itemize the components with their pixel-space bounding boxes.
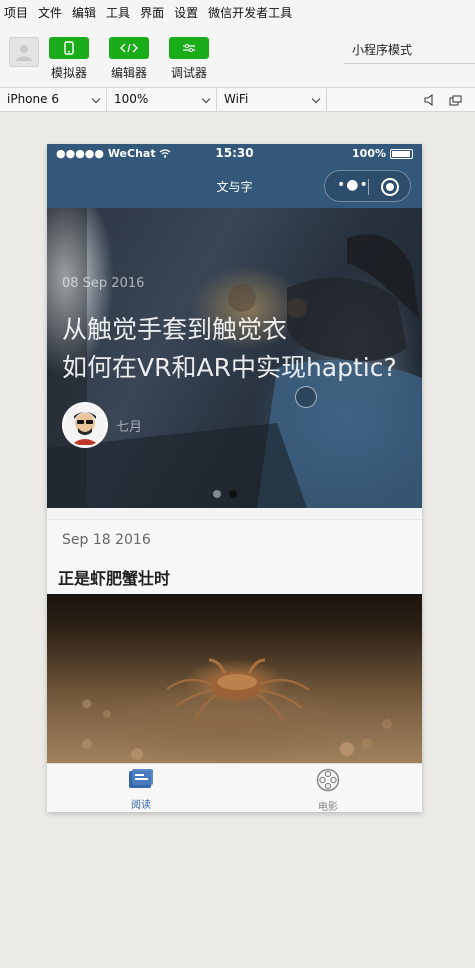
swiper-indicator	[213, 490, 237, 498]
post-card[interactable]: Sep 18 2016 正是虾肥蟹壮时	[47, 519, 422, 769]
tab-reading-label: 阅读	[131, 800, 151, 811]
close-miniprogram-icon[interactable]	[381, 178, 399, 196]
post-date: Sep 18 2016	[62, 532, 151, 548]
code-icon	[120, 43, 138, 53]
phone-simulator: ●●●●● WeChat 15:30 100% 文与字 •●• 08 Sep 2…	[47, 144, 422, 812]
detach-window-icon[interactable]	[449, 95, 462, 106]
zoom-select-value: 100%	[114, 92, 149, 106]
editor-button[interactable]	[109, 37, 149, 59]
banner-date: 08 Sep 2016	[62, 276, 145, 291]
tab-bar: 阅读 电影	[47, 763, 422, 812]
battery-percent: 100%	[352, 147, 386, 160]
capsule-divider	[368, 179, 369, 195]
post-image	[47, 594, 422, 769]
phone-status-bar: ●●●●● WeChat 15:30 100%	[47, 144, 422, 164]
menu-file[interactable]: 文件	[34, 4, 68, 21]
banner-overlay-circle	[295, 386, 317, 408]
battery-icon	[390, 149, 413, 159]
sliders-icon	[183, 43, 195, 53]
device-select[interactable]: iPhone 6	[0, 88, 107, 112]
author-cartoon-icon	[71, 412, 99, 445]
chevron-down-icon	[91, 94, 101, 104]
phone-icon	[64, 41, 74, 55]
menu-settings[interactable]: 设置	[170, 4, 204, 21]
author-avatar	[62, 402, 108, 448]
phone-nav-bar: 文与字 •●•	[47, 164, 422, 208]
menu-edit[interactable]: 编辑	[68, 4, 102, 21]
banner-title-line1: 从触觉手套到触觉衣	[62, 315, 288, 344]
chevron-down-icon	[201, 94, 211, 104]
toolbar: 模拟器 编辑器 调试器 小程序模式	[0, 24, 475, 88]
chevron-down-icon	[311, 94, 321, 104]
menu-interface[interactable]: 界面	[136, 4, 170, 21]
more-options-icon[interactable]: •●•	[337, 177, 369, 193]
user-avatar[interactable]	[9, 37, 39, 67]
zoom-select[interactable]: 100%	[107, 88, 217, 112]
banner-swiper[interactable]: 08 Sep 2016 从触觉手套到触觉衣 如何在VR和AR中实现haptic?…	[47, 208, 422, 508]
user-icon	[16, 45, 32, 61]
banner-author: 七月	[116, 420, 143, 435]
post-title: 正是虾肥蟹壮时	[58, 569, 171, 588]
crab-illustration	[82, 658, 392, 760]
simulator-label: 模拟器	[50, 66, 87, 80]
mode-select[interactable]: 小程序模式	[344, 36, 475, 64]
film-reel-icon	[316, 768, 340, 792]
speaker-icon[interactable]	[424, 94, 436, 106]
network-select[interactable]: WiFi	[217, 88, 327, 112]
menu-tools[interactable]: 工具	[102, 4, 136, 21]
tab-movie[interactable]: 电影	[288, 768, 368, 812]
device-select-value: iPhone 6	[7, 92, 59, 106]
swiper-dot-active[interactable]	[229, 490, 237, 498]
menu-project[interactable]: 项目	[0, 4, 34, 21]
menu-wechat-devtools[interactable]: 微信开发者工具	[204, 4, 298, 21]
banner-title-line2: 如何在VR和AR中实现haptic?	[62, 353, 397, 382]
debugger-button[interactable]	[169, 37, 209, 59]
capsule-menu: •●•	[324, 170, 411, 202]
reading-icon	[129, 769, 153, 788]
swiper-dot[interactable]	[213, 490, 221, 498]
simulator-button[interactable]	[49, 37, 89, 59]
menu-bar: 项目 文件 编辑 工具 界面 设置 微信开发者工具	[0, 0, 475, 24]
tab-reading[interactable]: 阅读	[101, 768, 181, 811]
debugger-label: 调试器	[170, 66, 207, 80]
device-bar: iPhone 6 100% WiFi	[0, 88, 475, 112]
tab-movie-label: 电影	[318, 802, 338, 812]
editor-label: 编辑器	[110, 66, 147, 80]
network-select-value: WiFi	[224, 92, 249, 106]
